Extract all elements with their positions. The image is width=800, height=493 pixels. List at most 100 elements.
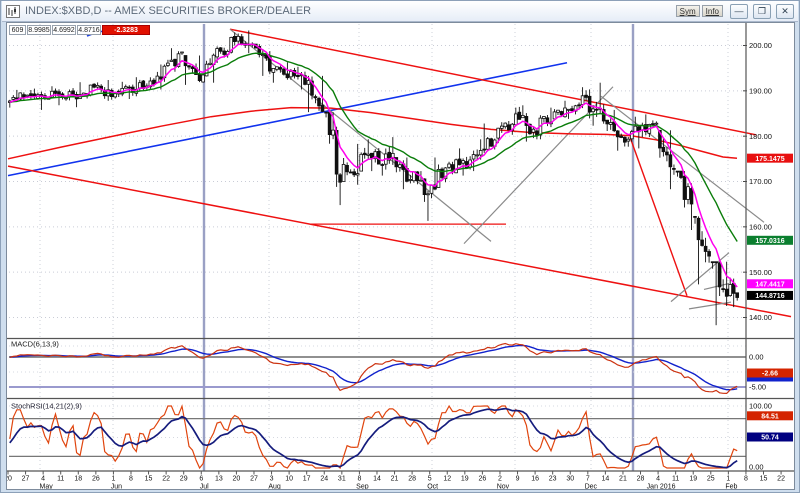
date-axis-label: 9	[516, 476, 520, 483]
date-axis-label: 11	[57, 476, 64, 483]
trendline	[689, 302, 731, 309]
date-axis-label: 15	[760, 476, 768, 483]
date-axis-label: 13	[215, 476, 223, 483]
month-axis-label: Feb	[725, 484, 737, 490]
quote-value-box: 8.9985	[27, 25, 51, 35]
macd-line	[10, 344, 737, 394]
month-axis-label: Nov	[497, 484, 510, 490]
date-axis-label: 12	[443, 476, 451, 483]
date-axis-label: 28	[637, 476, 645, 483]
stochrsi-label: StochRSI(14,21(2),9)	[11, 402, 82, 411]
svg-text:144.8716: 144.8716	[755, 293, 784, 300]
svg-text:157.0316: 157.0316	[755, 238, 784, 245]
date-axis-label: 3	[270, 476, 274, 483]
quote-change-box: -2.3283	[102, 25, 150, 35]
price-axis-label: 180.00	[749, 132, 772, 141]
window-title: INDEX:$XBD,D -- AMEX SECURITIES BROKER/D…	[25, 5, 311, 17]
date-axis-label: 14	[601, 476, 609, 483]
svg-text:147.4417: 147.4417	[755, 281, 784, 288]
chart-area[interactable]: MACD(6,13,9)StochRSI(14,21(2),9)200.0019…	[6, 22, 795, 490]
date-axis-label: 26	[92, 476, 100, 483]
price-axis-label: 170.00	[749, 177, 772, 186]
svg-text:0.00: 0.00	[749, 463, 764, 472]
price-axis-label: 190.00	[749, 86, 772, 95]
date-axis-label: 1	[111, 476, 115, 483]
svg-text:100.00: 100.00	[749, 402, 772, 411]
svg-text:-2.66: -2.66	[762, 371, 778, 378]
date-axis-label: 4	[41, 476, 45, 483]
date-axis-label: 22	[162, 476, 170, 483]
month-axis-label: Jul	[200, 484, 209, 490]
date-axis-label: 18	[74, 476, 82, 483]
close-button[interactable]: ✕	[776, 4, 794, 19]
date-axis-label: 8	[357, 476, 361, 483]
trendline	[601, 96, 764, 222]
date-axis-label: 8	[129, 476, 133, 483]
app-window: INDEX:$XBD,D -- AMEX SECURITIES BROKER/D…	[0, 0, 800, 493]
date-axis-label: 11	[672, 476, 679, 483]
date-axis-label: 21	[391, 476, 399, 483]
ema-fast-line	[10, 44, 737, 287]
date-axis-label: 25	[707, 476, 715, 483]
quote-value-box: 4.6992	[52, 25, 76, 35]
date-axis-label: 5	[428, 476, 432, 483]
date-axis-label: 26	[478, 476, 486, 483]
month-axis-label: Aug	[268, 484, 281, 490]
date-axis-label: 1	[726, 476, 730, 483]
minimize-button[interactable]: —	[730, 4, 748, 19]
date-axis-label: 28	[408, 476, 416, 483]
date-axis-label: 24	[320, 476, 328, 483]
price-axis-label: 140.00	[749, 313, 772, 322]
sym-button[interactable]: Sym	[676, 5, 700, 17]
moving-averages	[10, 44, 737, 287]
svg-text:175.1475: 175.1475	[755, 156, 784, 163]
macd-label: MACD(6,13,9)	[11, 340, 59, 349]
date-axis-label: 31	[338, 476, 346, 483]
month-axis-label: Oct	[427, 484, 438, 490]
indicator-panels: MACD(6,13,9) StochRSI(14,21(2),9)	[9, 340, 746, 469]
month-axis-label: Jun	[111, 484, 122, 490]
month-axis-label: Sep	[356, 484, 369, 490]
date-axis-label: 23	[549, 476, 557, 483]
quote-value-box: 609	[9, 25, 26, 35]
price-axis-label: 200.00	[749, 41, 772, 50]
date-axis-label: 15	[145, 476, 153, 483]
chart-app-icon	[6, 5, 20, 18]
ema-slow-line	[10, 53, 737, 241]
date-axis-label: 4	[656, 476, 660, 483]
date-axis-label: 20	[7, 476, 12, 483]
price-chart-svg: MACD(6,13,9)StochRSI(14,21(2),9)200.0019…	[7, 23, 794, 489]
ma200-line	[8, 108, 737, 159]
date-axis-label: 20	[233, 476, 241, 483]
svg-text:0.00: 0.00	[749, 353, 764, 362]
date-axis-label: 30	[566, 476, 574, 483]
candlesticks	[8, 31, 738, 326]
stochrsi-signal-line	[10, 409, 737, 468]
date-axis-label: 17	[303, 476, 311, 483]
month-axis-label: Jan 2016	[647, 484, 676, 490]
price-axis-label: 160.00	[749, 222, 772, 231]
title-bar: INDEX:$XBD,D -- AMEX SECURITIES BROKER/D…	[2, 1, 798, 22]
month-axis-label: Dec	[585, 484, 598, 490]
date-axis-label: 10	[285, 476, 293, 483]
date-axis-label: 14	[373, 476, 381, 483]
restore-button[interactable]: ❐	[753, 4, 771, 19]
info-button[interactable]: Info	[702, 5, 723, 17]
date-axis-label: 7	[586, 476, 590, 483]
quote-strip: 6098.99854.69924.8716-2.3283	[9, 25, 150, 35]
month-axis-label: May	[40, 484, 54, 490]
trendline	[8, 166, 791, 317]
date-axis-label: 22	[777, 476, 785, 483]
date-axis-label: 21	[619, 476, 627, 483]
date-axis-label: 8	[744, 476, 748, 483]
date-axis-label: 6	[199, 476, 203, 483]
date-axis-label: 19	[689, 476, 697, 483]
date-axis-label: 16	[531, 476, 539, 483]
date-axis-label: 19	[461, 476, 469, 483]
date-axis-label: 27	[22, 476, 30, 483]
price-axis-label: 150.00	[749, 268, 772, 277]
quote-value-box: 4.8716	[77, 25, 101, 35]
date-axis-label: 2	[498, 476, 502, 483]
svg-text:84.51: 84.51	[761, 414, 779, 421]
date-axis-label: 27	[250, 476, 258, 483]
